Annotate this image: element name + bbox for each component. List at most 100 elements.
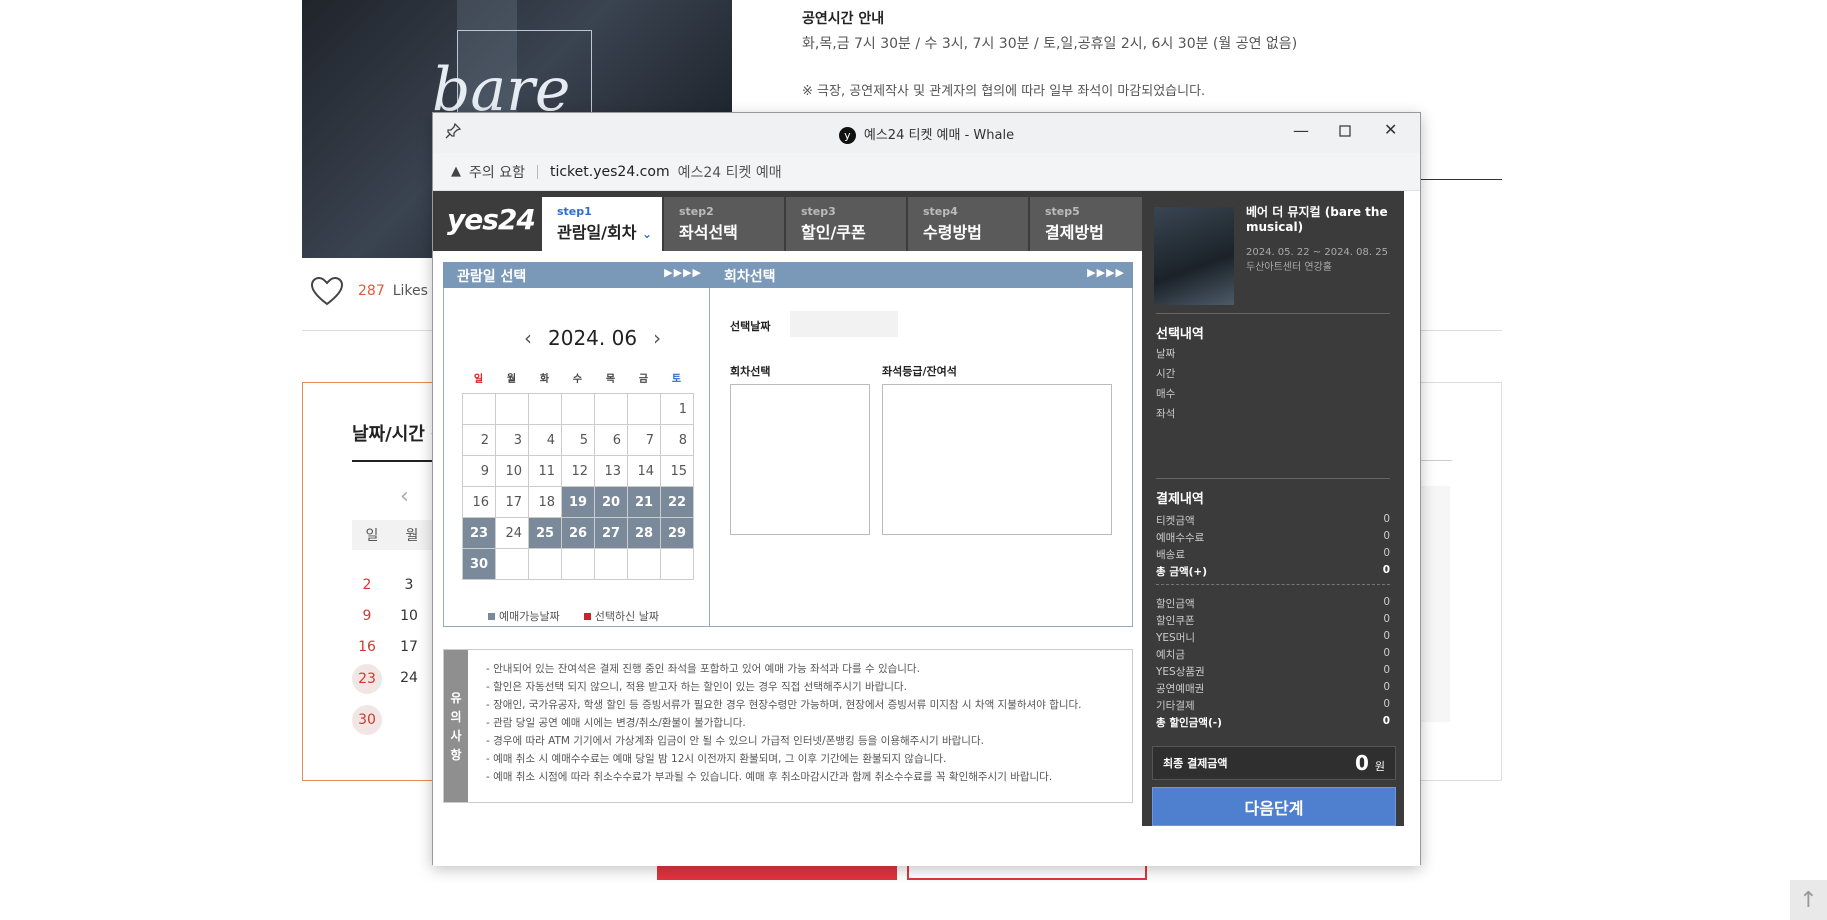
selection-item: 시간	[1156, 368, 1176, 380]
date-panel-header: 관람일 선택 ▶▶▶▶	[443, 262, 710, 288]
step-3[interactable]: step3 할인/쿠폰	[786, 197, 906, 251]
calendar-day[interactable]: 21	[627, 486, 661, 518]
booking-weekday-header: 일 월	[352, 520, 432, 550]
round-select-label: 회차선택	[730, 365, 771, 378]
day[interactable]: 3	[394, 577, 424, 593]
arrow-icons: ▶▶▶▶	[664, 266, 702, 279]
divider	[1156, 313, 1390, 314]
notice-item: - 예매 취소 시 예매수수료는 예매 당일 밤 12시 이전까지 환불되며, …	[486, 753, 947, 765]
calendar-empty-cell	[528, 393, 562, 425]
prev-month-icon[interactable]: ‹	[524, 326, 532, 350]
info-title: 공연시간 안내	[802, 11, 885, 27]
discount-row: 할인쿠폰 0	[1156, 613, 1390, 627]
calendar-empty-cell	[495, 548, 529, 580]
calendar-day: 12	[561, 455, 595, 487]
day[interactable]: 24	[394, 664, 424, 694]
calendar-empty-cell	[561, 393, 595, 425]
step-number: step4	[923, 205, 958, 218]
calendar-day[interactable]: 29	[660, 517, 694, 549]
close-icon[interactable]: ✕	[1384, 120, 1397, 139]
calendar-day: 5	[561, 424, 595, 456]
calendar-day[interactable]: 22	[660, 486, 694, 518]
discount-row: YES상품권 0	[1156, 664, 1390, 678]
security-warning[interactable]: 주의 요함	[469, 162, 525, 182]
notice-side-label: 유의사항	[444, 650, 468, 802]
discount-row: 공연예매권 0	[1156, 681, 1390, 695]
day[interactable]: 17	[394, 639, 424, 655]
final-amount-value: 0원	[1354, 751, 1385, 775]
address-bar[interactable]: ▲ 주의 요함 ticket.yes24.com 예스24 티켓 예매	[433, 153, 1420, 191]
step-label: 결제방법	[1045, 223, 1104, 242]
calendar-day: 16	[462, 486, 496, 518]
calendar-empty-cell	[462, 393, 496, 425]
calendar-empty-cell	[561, 548, 595, 580]
divider	[536, 164, 538, 179]
calendar-day[interactable]: 28	[627, 517, 661, 549]
calendar-day[interactable]: 30	[462, 548, 496, 580]
calendar-empty-cell	[594, 548, 628, 580]
notice-item: - 경우에 따라 ATM 기기에서 가상계좌 입금이 안 될 수 있으니 가급적…	[486, 735, 984, 747]
next-step-button[interactable]: 다음단계	[1152, 787, 1396, 826]
step-label: 좌석선택	[679, 223, 738, 242]
step-number: step1	[557, 205, 592, 218]
calendar-nav: ‹ 2024. 06 ›	[524, 326, 661, 350]
summary-panel: 베어 더 뮤지컬 (bare the musical) 2024. 05. 22…	[1142, 191, 1404, 826]
divider	[1156, 584, 1390, 585]
calendar-day: 13	[594, 455, 628, 487]
calendar-day: 8	[660, 424, 694, 456]
payment-row: 배송료 0	[1156, 547, 1390, 561]
day[interactable]: 30	[352, 705, 382, 735]
next-month-icon[interactable]: ›	[653, 326, 661, 350]
calendar-day[interactable]: 27	[594, 517, 628, 549]
step-2[interactable]: step2 좌석선택	[664, 197, 784, 251]
discount-row: YES머니 0	[1156, 630, 1390, 644]
final-amount-label: 최종 결제금액	[1163, 757, 1228, 770]
calendar-day[interactable]: 20	[594, 486, 628, 518]
seat-grade-label: 좌석등급/잔여석	[882, 365, 957, 378]
minimize-icon[interactable]: —	[1293, 121, 1309, 140]
likes[interactable]: 287 Likes	[310, 276, 428, 306]
yes24-logo: yes24	[447, 203, 536, 236]
calendar-day: 14	[627, 455, 661, 487]
calendar-day: 1	[660, 393, 694, 425]
round-panel-header: 회차선택 ▶▶▶▶	[710, 262, 1133, 288]
step-bar: yes24 step1 관람일/회차 ⌄ step2 좌석선택 step3 할인…	[433, 191, 1142, 251]
calendar-day: 9	[462, 455, 496, 487]
selected-date-field	[790, 311, 898, 337]
calendar-day[interactable]: 19	[561, 486, 595, 518]
step-5[interactable]: step5 결제방법	[1030, 197, 1142, 251]
day[interactable]: 2	[352, 577, 382, 593]
calendar-empty-cell	[660, 548, 694, 580]
maximize-icon[interactable]	[1339, 122, 1351, 141]
calendar-day[interactable]: 26	[561, 517, 595, 549]
day[interactable]: 10	[394, 608, 424, 624]
selected-date-label: 선택날짜	[730, 320, 771, 333]
calendar-day[interactable]: 23	[462, 517, 496, 549]
whale-logo-icon: y	[838, 127, 856, 144]
step-4[interactable]: step4 수령방법	[908, 197, 1028, 251]
warning-icon: ▲	[451, 164, 461, 179]
seat-grade-list	[882, 384, 1112, 535]
legend-selected: 선택하신 날짜	[583, 608, 659, 624]
url-text[interactable]: ticket.yes24.com	[550, 164, 670, 180]
notice-item: - 안내되어 있는 잔여석은 결제 진행 중인 좌석을 포함하고 있어 예매 가…	[486, 663, 920, 675]
scroll-top-icon[interactable]: ↑	[1790, 880, 1827, 920]
calendar-day: 18	[528, 486, 562, 518]
calendar-day: 24	[495, 517, 529, 549]
booking-app: yes24 step1 관람일/회차 ⌄ step2 좌석선택 step3 할인…	[433, 191, 1420, 866]
day[interactable]: 23	[352, 664, 382, 694]
likes-count: 287	[358, 283, 385, 299]
prev-month-icon[interactable]: ‹	[400, 484, 409, 509]
calendar-day: 3	[495, 424, 529, 456]
step-label: 할인/쿠폰	[801, 223, 866, 242]
info-schedule: 화,목,금 7시 30분 / 수 3시, 7시 30분 / 토,일,공휴일 2시…	[802, 36, 1298, 52]
step-1[interactable]: step1 관람일/회차 ⌄	[542, 197, 662, 251]
round-list[interactable]	[730, 384, 870, 535]
window-title-text: 예스24 티켓 예매 - Whale	[863, 128, 1015, 143]
calendar-day: 11	[528, 455, 562, 487]
day[interactable]: 16	[352, 639, 382, 655]
calendar-day[interactable]: 25	[528, 517, 562, 549]
day[interactable]: 9	[352, 608, 382, 624]
calendar-day: 4	[528, 424, 562, 456]
heart-icon[interactable]	[310, 276, 344, 306]
